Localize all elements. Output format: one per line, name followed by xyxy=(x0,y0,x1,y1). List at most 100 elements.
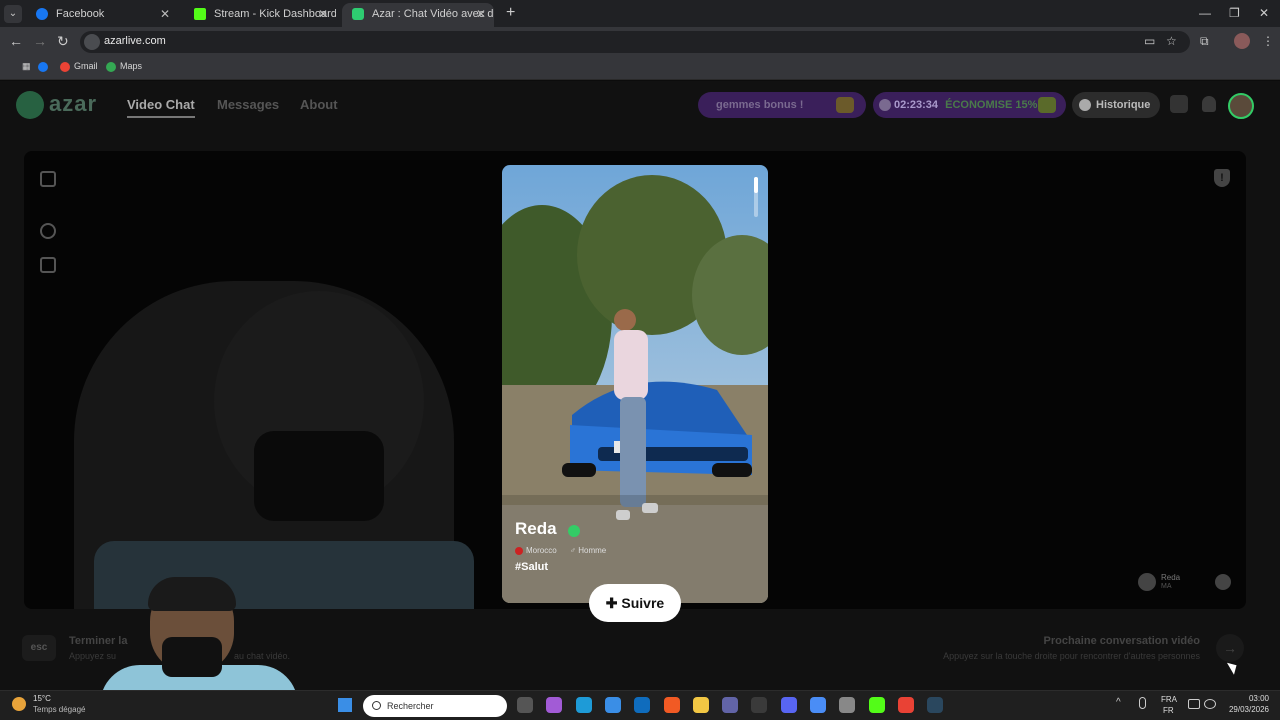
teams-icon[interactable] xyxy=(722,697,738,713)
peer-avatar[interactable] xyxy=(1138,573,1156,591)
moon-icon[interactable] xyxy=(12,697,26,711)
nav-about[interactable]: About xyxy=(300,97,338,112)
timer-icon xyxy=(879,99,891,111)
self-camera-view xyxy=(24,151,500,609)
brave-icon[interactable] xyxy=(664,697,680,713)
reload-icon[interactable]: ↻ xyxy=(57,33,69,50)
next-chat-button[interactable]: → xyxy=(1216,634,1244,662)
gems-icon xyxy=(1038,97,1056,113)
explorer-icon[interactable] xyxy=(693,697,709,713)
profile-name: Reda xyxy=(515,519,557,538)
microphone-icon[interactable] xyxy=(1139,697,1146,709)
site-info-icon[interactable] xyxy=(84,34,100,50)
chrome-3-icon[interactable] xyxy=(898,697,914,713)
bookmark-maps[interactable]: Maps xyxy=(106,61,143,72)
bookmark-label: Maps xyxy=(120,61,143,71)
minimize-button[interactable]: — xyxy=(1199,6,1211,20)
weather-temperature[interactable]: 15°C xyxy=(33,694,51,703)
nav-messages[interactable]: Messages xyxy=(217,97,279,112)
inbox-icon[interactable] xyxy=(1170,95,1188,113)
volume-icon[interactable] xyxy=(1204,699,1216,709)
history-button[interactable]: Historique xyxy=(1072,92,1160,118)
address-bar[interactable]: azarlive.com xyxy=(80,31,1190,53)
edge-icon[interactable] xyxy=(576,697,592,713)
back-icon[interactable]: ← xyxy=(9,33,23,49)
tab-search-icon[interactable]: ⌄ xyxy=(4,5,22,23)
copilot-icon[interactable] xyxy=(546,697,562,713)
network-icon[interactable] xyxy=(1188,699,1200,709)
keyboard-layout[interactable]: FR xyxy=(1163,706,1174,715)
azar-icon xyxy=(352,8,364,20)
maximize-button[interactable]: ❐ xyxy=(1229,6,1240,20)
follow-button[interactable]: ✚ Suivre xyxy=(589,584,681,622)
search-placeholder: Rechercher xyxy=(387,701,434,711)
online-status-icon xyxy=(568,525,580,537)
windows-start-icon[interactable] xyxy=(338,698,352,712)
language-indicator[interactable]: FRA xyxy=(1161,695,1177,704)
xbox-icon[interactable] xyxy=(751,697,767,713)
esc-key-button[interactable]: esc xyxy=(22,635,56,661)
bookmark-star-icon[interactable]: ☆ xyxy=(1166,34,1177,48)
cast-icon[interactable]: ▭ xyxy=(1144,34,1155,48)
next-chat-hint: Appuyez sur la touche droite pour rencon… xyxy=(943,651,1200,661)
bookmarks-bar: ▦ Gmail Maps xyxy=(0,57,1280,80)
nav-video-chat[interactable]: Video Chat xyxy=(127,97,195,118)
chrome-icon[interactable] xyxy=(810,697,826,713)
extensions-icon[interactable]: ⧉ xyxy=(1200,34,1209,49)
country-label: Morocco xyxy=(526,546,557,555)
steam-icon[interactable] xyxy=(927,697,943,713)
plus-icon: ✚ xyxy=(605,595,618,611)
clock-date[interactable]: 29/03/2026 xyxy=(1225,705,1269,714)
discount-timer-button[interactable]: 02:23:34 ÉCONOMISE 15% xyxy=(873,92,1066,118)
magic-wand-icon[interactable] xyxy=(40,223,56,239)
chat-bubble-icon[interactable] xyxy=(1215,574,1231,590)
outlook-icon[interactable] xyxy=(634,697,650,713)
profile-hashtag: #Salut xyxy=(515,561,549,573)
azar-logo-icon[interactable] xyxy=(16,91,44,119)
profile-avatar[interactable] xyxy=(1234,33,1250,49)
menu-icon[interactable]: ⋮ xyxy=(1262,34,1274,48)
gems-bonus-label: gemmes bonus ! xyxy=(716,99,804,111)
tray-overflow-icon[interactable]: ^ xyxy=(1116,697,1121,708)
history-label: Historique xyxy=(1096,99,1151,111)
profile-card[interactable]: Reda Morocco ♂ Homme #Salut xyxy=(502,165,768,603)
taskbar: 15°C Temps dégagé Rechercher ^ FRA FR 03… xyxy=(0,690,1280,720)
tab-bar: ⌄ Facebook ✕ Stream - Kick Dashboard ✕ A… xyxy=(0,0,1280,27)
peer-name: Reda xyxy=(1161,573,1181,582)
tab-kick[interactable]: Stream - Kick Dashboard ✕ xyxy=(184,3,336,27)
follow-label: Suivre xyxy=(621,595,665,611)
chrome-2-icon[interactable] xyxy=(839,697,855,713)
close-icon[interactable]: ✕ xyxy=(160,3,170,25)
tab-label: Facebook xyxy=(56,8,105,20)
task-view-icon[interactable] xyxy=(517,697,533,713)
close-icon[interactable]: ✕ xyxy=(476,3,486,25)
forward-icon[interactable]: → xyxy=(33,33,47,49)
gems-bonus-button[interactable]: gemmes bonus ! xyxy=(698,92,866,118)
taskbar-search[interactable]: Rechercher xyxy=(363,695,507,717)
report-icon[interactable]: ! xyxy=(1214,169,1230,187)
tab-azar[interactable]: Azar : Chat Vidéo avec de n ✕ xyxy=(342,3,494,27)
user-avatar[interactable] xyxy=(1228,93,1254,119)
window-close-button[interactable]: ✕ xyxy=(1259,6,1269,20)
facebook-icon xyxy=(38,62,48,72)
store-icon[interactable] xyxy=(605,697,621,713)
morocco-flag-icon xyxy=(515,547,523,555)
profile-gender: ♂ Homme xyxy=(570,546,607,555)
bell-icon[interactable] xyxy=(1202,96,1216,112)
expand-icon[interactable] xyxy=(40,171,56,187)
new-tab-button[interactable]: + xyxy=(506,4,515,22)
clock-time[interactable]: 03:00 xyxy=(1245,694,1269,703)
sticker-icon[interactable] xyxy=(40,257,56,273)
bookmark-label: Gmail xyxy=(74,61,98,71)
close-icon[interactable]: ✕ xyxy=(318,3,328,25)
next-chat-title: Prochaine conversation vidéo xyxy=(1043,635,1201,647)
app-green-icon[interactable] xyxy=(869,697,885,713)
card-scroll-indicator xyxy=(754,177,758,217)
profile-country: Morocco xyxy=(515,546,557,555)
tab-facebook[interactable]: Facebook ✕ xyxy=(26,3,178,27)
azar-logo-text[interactable]: azar xyxy=(49,91,97,117)
apps-grid-icon[interactable]: ▦ xyxy=(8,61,31,72)
bookmark-gmail[interactable]: Gmail xyxy=(60,61,98,72)
discord-icon[interactable] xyxy=(781,697,797,713)
weather-description[interactable]: Temps dégagé xyxy=(33,705,85,714)
